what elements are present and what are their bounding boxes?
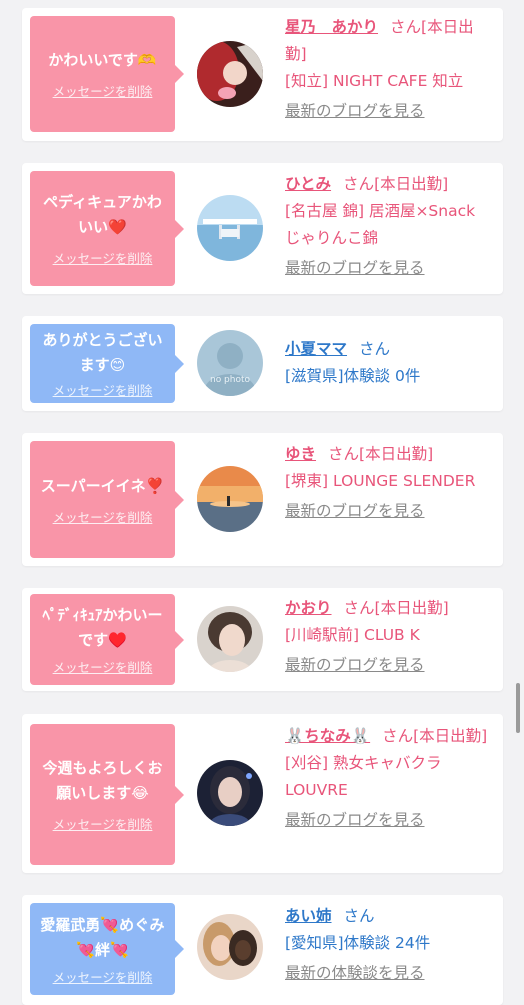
profile-info: 🐰ちなみ🐰 さん[本日出勤] [刈谷] 熟女キャバクラLOUVRE 最新のブログを… [285, 723, 495, 834]
message-card: ﾍﾟﾃﾞｨｷｭｱかわいーです♥️ メッセージを削除 かおり さん[本日出勤] [川… [22, 588, 503, 691]
blog-link[interactable]: 最新のブログを見る [285, 498, 495, 525]
honorific: さん [382, 727, 414, 745]
shop-link[interactable]: [川崎駅前] CLUB K [285, 626, 420, 644]
profile-info: かおり さん[本日出勤] [川崎駅前] CLUB K 最新のブログを見る [285, 595, 495, 679]
honorific: さん [328, 445, 360, 463]
message-bubble: 愛羅武勇💘めぐみ💘絆💘 メッセージを削除 [30, 903, 184, 995]
shop-link[interactable]: [堺東] LOUNGE SLENDER [285, 472, 475, 490]
honorific: さん [343, 907, 375, 925]
message-bubble: ﾍﾟﾃﾞｨｷｭｱかわいーです♥️ メッセージを削除 [30, 594, 184, 685]
shop-link[interactable]: [刈谷] 熟女キャバクラLOUVRE [285, 754, 442, 799]
message-card: ありがとうございます😊 メッセージを削除 no photo 小夏ママ さん [滋賀… [22, 316, 503, 411]
delete-message-link[interactable]: メッセージを削除 [53, 814, 153, 833]
avatar[interactable] [197, 606, 263, 672]
message-card: かわいいです🫶 メッセージを削除 星乃 あかり さん[本日出勤] [知立] NIG… [22, 8, 503, 141]
avatar[interactable] [197, 466, 263, 532]
profile-name-link[interactable]: 小夏ママ [285, 340, 347, 358]
profile-info: ゆき さん[本日出勤] [堺東] LOUNGE SLENDER 最新のブログを見る [285, 441, 495, 525]
blog-link[interactable]: 最新のブログを見る [285, 255, 495, 282]
work-status: [本日出勤] [413, 727, 488, 745]
avatar[interactable]: no photo [197, 330, 263, 396]
blog-link[interactable]: 最新のブログを見る [285, 807, 495, 834]
blog-link[interactable]: 最新のブログを見る [285, 98, 495, 125]
profile-info: 小夏ママ さん [滋賀県]体験談 0件 [285, 336, 495, 390]
delete-message-link[interactable]: メッセージを削除 [53, 248, 153, 267]
work-status: [本日出勤] [359, 445, 434, 463]
message-text: 愛羅武勇💘めぐみ💘絆💘 [40, 915, 165, 959]
avatar[interactable] [197, 760, 263, 826]
blog-link[interactable]: 最新のブログを見る [285, 652, 495, 679]
message-text: かわいいです🫶 [48, 51, 157, 69]
profile-name-link[interactable]: かおり [285, 599, 332, 617]
profile-info: ひとみ さん[本日出勤] [名古屋 錦] 居酒屋×Snack じゃりんこ錦 最新の… [285, 171, 495, 282]
delete-message-link[interactable]: メッセージを削除 [53, 81, 153, 100]
delete-message-link[interactable]: メッセージを削除 [53, 380, 153, 399]
message-card: スーパーイイネ❣️ メッセージを削除 ゆき さん[本日出勤] [堺東] LOUNG… [22, 433, 503, 566]
review-count[interactable]: [滋賀県]体験談 0件 [285, 367, 420, 385]
message-card: 愛羅武勇💘めぐみ💘絆💘 メッセージを削除 あい姉 さん [愛知県]体験談 24件 … [22, 895, 503, 1005]
profile-name-link[interactable]: ひとみ [285, 175, 331, 193]
delete-message-link[interactable]: メッセージを削除 [53, 507, 153, 526]
message-text: ペディキュアかわいい❤️ [43, 193, 162, 236]
review-count[interactable]: [愛知県]体験談 24件 [285, 934, 430, 952]
message-text: ﾍﾟﾃﾞｨｷｭｱかわいーです♥️ [42, 606, 163, 649]
message-text: ありがとうございます😊 [42, 331, 163, 374]
work-status: [本日出勤] [374, 175, 449, 193]
shop-link[interactable]: [知立] NIGHT CAFE 知立 [285, 72, 463, 90]
message-bubble: スーパーイイネ❣️ メッセージを削除 [30, 441, 184, 558]
profile-info: 星乃 あかり さん[本日出勤] [知立] NIGHT CAFE 知立 最新のブログ… [285, 14, 495, 125]
honorific: さん [359, 340, 391, 358]
message-text: スーパーイイネ❣️ [40, 476, 165, 495]
message-bubble: 今週もよろしくお願いします😂 メッセージを削除 [30, 724, 184, 865]
profile-name-link[interactable]: 🐰ちなみ🐰 [285, 727, 370, 745]
honorific: さん [343, 599, 375, 617]
profile-name-link[interactable]: ゆき [285, 445, 316, 463]
message-bubble: ペディキュアかわいい❤️ メッセージを削除 [30, 171, 184, 286]
delete-message-link[interactable]: メッセージを削除 [53, 967, 153, 986]
no-photo-label: no photo [210, 375, 251, 385]
work-status: [本日出勤] [374, 599, 449, 617]
honorific: さん [390, 18, 422, 36]
avatar[interactable] [197, 195, 263, 261]
profile-name-link[interactable]: あい姉 [285, 907, 332, 925]
scrollbar[interactable] [516, 683, 520, 733]
review-link[interactable]: 最新の体験談を見る [285, 960, 495, 987]
profile-name-link[interactable]: 星乃 あかり [285, 18, 378, 36]
delete-message-link[interactable]: メッセージを削除 [53, 657, 153, 676]
message-text: 今週もよろしくお願いします😂 [42, 759, 163, 802]
message-card: ペディキュアかわいい❤️ メッセージを削除 ひとみ さん[本日出勤] [名古屋 錦… [22, 163, 503, 294]
honorific: さん [343, 175, 375, 193]
avatar[interactable] [197, 41, 263, 107]
profile-info: あい姉 さん [愛知県]体験談 24件 最新の体験談を見る [285, 903, 495, 987]
message-bubble: ありがとうございます😊 メッセージを削除 [30, 324, 184, 403]
message-card: 今週もよろしくお願いします😂 メッセージを削除 🐰ちなみ🐰 さん[本日出勤] [刈… [22, 714, 503, 873]
avatar[interactable] [197, 914, 263, 980]
message-bubble: かわいいです🫶 メッセージを削除 [30, 16, 184, 132]
shop-link[interactable]: [名古屋 錦] 居酒屋×Snack じゃりんこ錦 [285, 202, 475, 247]
